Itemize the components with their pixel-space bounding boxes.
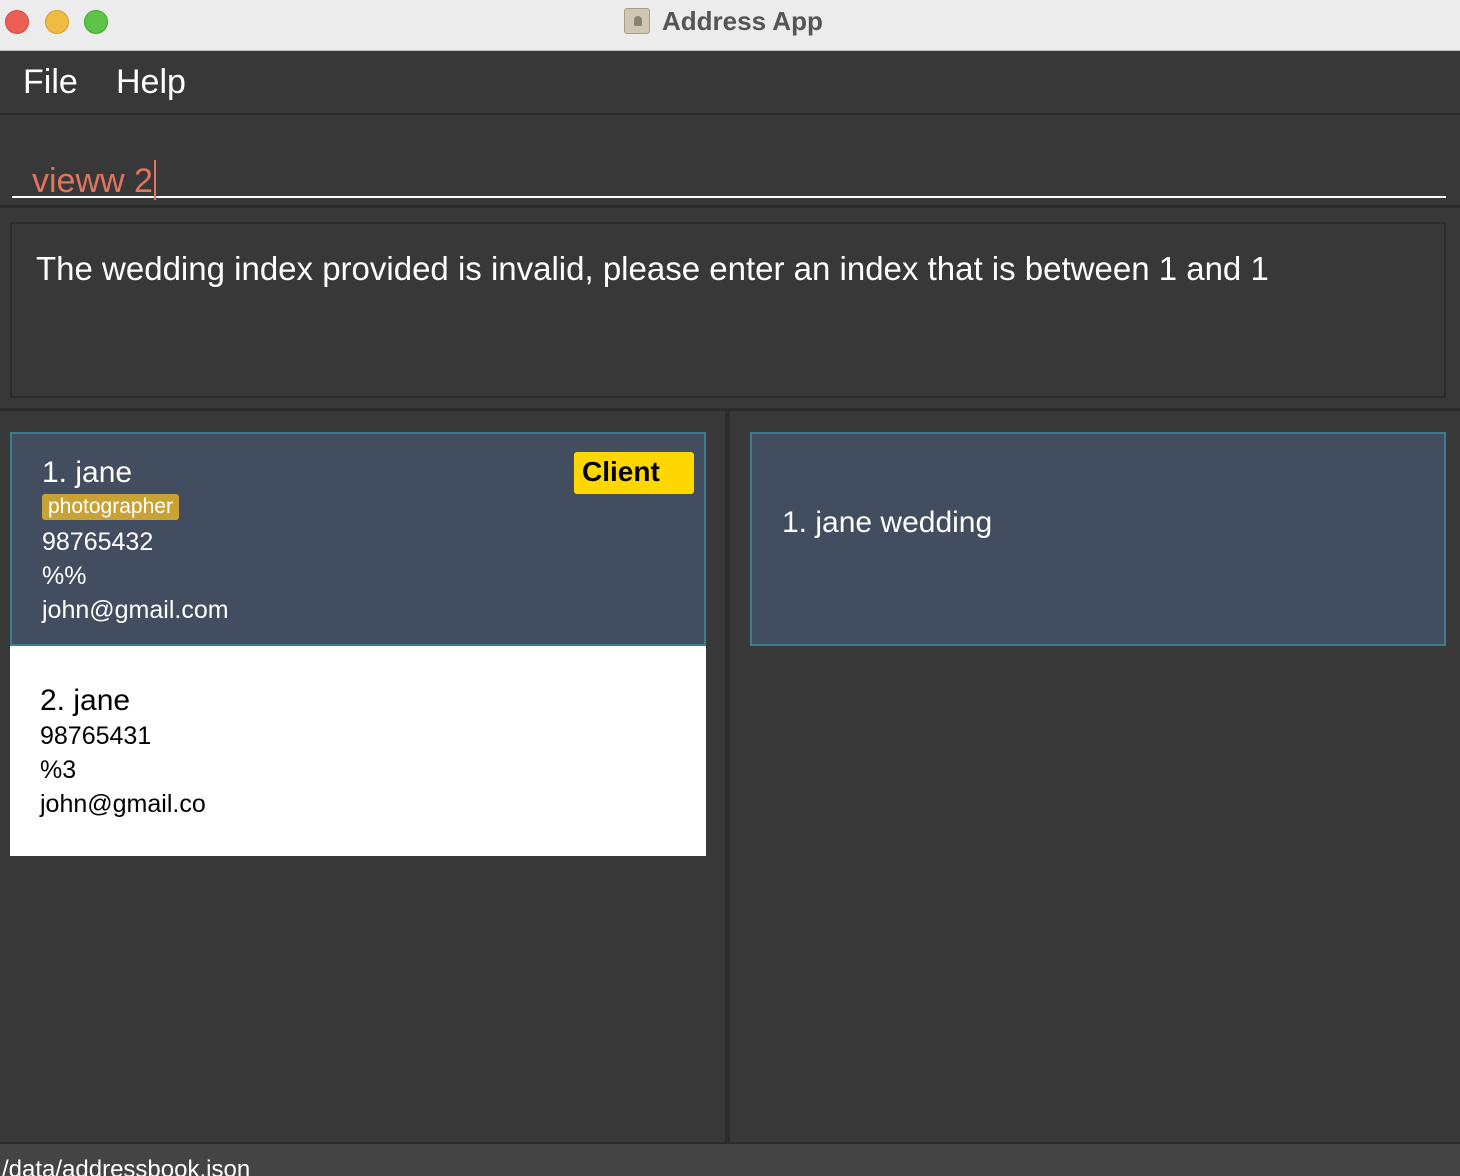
window-title-group: Address App <box>624 6 823 36</box>
title-bar: Address App <box>0 0 1460 51</box>
menu-help[interactable]: Help <box>116 63 186 102</box>
command-input-text: vieww 2 <box>32 160 156 201</box>
save-location-path: /data/addressbook.json <box>2 1156 251 1176</box>
close-window-button[interactable] <box>5 10 29 34</box>
person-address: %3 <box>40 756 77 784</box>
person-tag: photographer <box>42 494 179 520</box>
wedding-label: 1. jane wedding <box>782 506 993 539</box>
person-phone: 98765432 <box>42 528 154 556</box>
maximize-window-button[interactable] <box>84 10 108 34</box>
result-display[interactable]: The wedding index provided is invalid, p… <box>10 222 1446 398</box>
command-area: vieww 2 <box>0 116 1460 208</box>
minimize-window-button[interactable] <box>45 10 69 34</box>
result-message: The wedding index provided is invalid, p… <box>36 250 1269 287</box>
text-caret <box>153 160 156 200</box>
window-title: Address App <box>662 5 823 36</box>
person-email: john@gmail.co <box>40 790 206 818</box>
person-name: 1. jane <box>42 456 133 489</box>
person-card[interactable]: 1. jane Client photographer 98765432 %% … <box>10 432 706 646</box>
person-name: 2. jane <box>40 684 131 717</box>
menu-file[interactable]: File <box>23 63 78 102</box>
person-phone: 98765431 <box>40 722 152 750</box>
person-card[interactable]: 2. jane 98765431 %3 john@gmail.co <box>10 646 706 856</box>
person-email: john@gmail.com <box>42 596 229 624</box>
address-book-icon <box>624 8 650 34</box>
person-address: %% <box>42 562 87 590</box>
client-badge: Client <box>574 452 694 494</box>
split-pane-divider[interactable] <box>725 410 730 1142</box>
wedding-card[interactable]: 1. jane wedding <box>750 432 1446 646</box>
status-bar: /data/addressbook.json <box>0 1142 1460 1176</box>
command-input[interactable]: vieww 2 <box>12 136 1446 201</box>
menu-bar: File Help <box>0 51 1460 115</box>
